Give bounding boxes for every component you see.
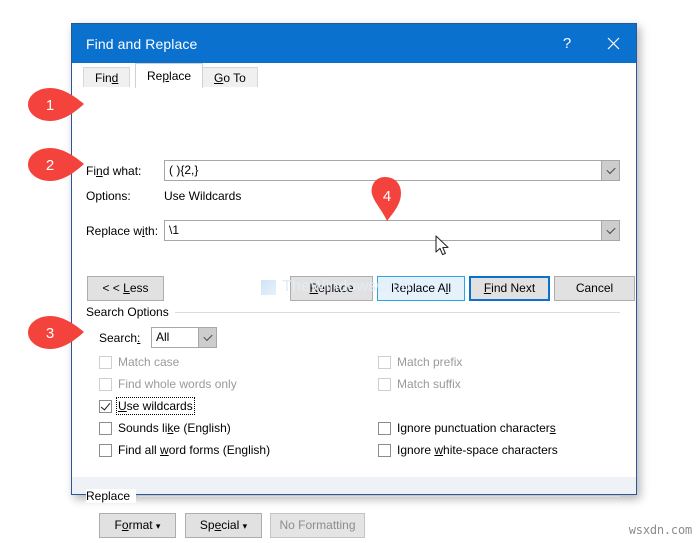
no-formatting-button: No Formatting	[270, 513, 365, 538]
find-whole-words-only-checkbox[interactable]: Find whole words only	[99, 377, 237, 391]
ignore-whitespace-label: Ignore white-space characters	[397, 443, 558, 457]
options-label: Options:	[86, 189, 131, 203]
search-scope-label: Search:	[99, 331, 141, 345]
match-suffix-label: Match suffix	[397, 377, 461, 391]
callout-marker-3: 3	[28, 316, 84, 350]
format-button[interactable]: Format ▾	[99, 513, 176, 538]
find-and-replace-dialog: Find and Replace ? Find Replace Go To Fi…	[71, 23, 637, 538]
match-case-label: Match case	[118, 355, 180, 369]
replace-with-label: Replace with:	[86, 224, 159, 238]
dialog-bottom-strip	[72, 476, 636, 494]
callout-marker-1: 1	[28, 88, 84, 122]
tab-goto[interactable]: Go To	[202, 67, 258, 88]
thewindowsclub-watermark: TheWindowsClub	[261, 278, 410, 296]
use-wildcards-checkbox[interactable]: Use wildcards	[99, 397, 195, 415]
use-wildcards-label: Use wildcards	[116, 397, 195, 415]
find-next-button[interactable]: Find Next	[469, 276, 550, 301]
replace-with-value[interactable]: \1	[165, 221, 601, 240]
dialog-tabstrip: Find Replace Go To	[72, 63, 636, 88]
find-what-label: Find what:	[86, 164, 142, 178]
checkbox-box	[378, 421, 391, 435]
sounds-like-checkbox[interactable]: Sounds like (English)	[99, 421, 231, 435]
tab-find[interactable]: Find	[83, 67, 131, 88]
search-scope-value[interactable]: All	[152, 328, 198, 347]
tab-goto-label: Go To	[214, 71, 246, 85]
replace-group-divider	[138, 496, 620, 497]
dialog-title: Find and Replace	[86, 35, 198, 52]
tab-replace[interactable]: Replace	[135, 63, 204, 88]
search-options-group-label: Search Options	[86, 305, 175, 319]
special-button[interactable]: Special ▾	[185, 513, 262, 538]
close-icon[interactable]	[592, 24, 634, 63]
less-button[interactable]: < < Less	[87, 276, 164, 301]
replace-with-field[interactable]: \1	[164, 220, 620, 241]
checkbox-box	[99, 355, 112, 369]
find-all-word-forms-checkbox[interactable]: Find all word forms (English)	[99, 443, 270, 457]
checkbox-box	[99, 443, 112, 457]
tab-find-label: Find	[95, 71, 119, 85]
callout-marker-2: 2	[28, 148, 84, 182]
mouse-cursor-icon	[435, 235, 451, 260]
chevron-down-icon[interactable]	[601, 221, 619, 240]
callout-number-2: 2	[45, 156, 55, 174]
checkbox-box	[378, 355, 391, 369]
callout-number-4: 4	[382, 187, 392, 205]
callout-number-1: 1	[45, 96, 55, 114]
watermark-text: TheWindowsClub	[282, 278, 411, 295]
match-case-checkbox[interactable]: Match case	[99, 355, 179, 369]
checkbox-box	[99, 399, 112, 413]
checkbox-box	[99, 377, 112, 391]
watermark-logo-icon	[261, 279, 276, 295]
callout-number-3: 3	[45, 324, 55, 342]
cancel-button[interactable]: Cancel	[554, 276, 635, 301]
options-value: Use Wildcards	[164, 189, 242, 203]
ignore-punctuation-label: Ignore punctuation characters	[397, 421, 556, 435]
chevron-down-icon[interactable]	[198, 328, 216, 347]
dialog-titlebar[interactable]: Find and Replace ?	[72, 24, 636, 63]
match-prefix-checkbox[interactable]: Match prefix	[378, 355, 462, 369]
ignore-punctuation-checkbox[interactable]: Ignore punctuation characters	[378, 421, 556, 435]
replace-group-label: Replace	[86, 489, 137, 503]
find-all-word-forms-label: Find all word forms (English)	[118, 443, 271, 457]
page-watermark: wsxdn.com	[628, 523, 692, 537]
help-icon[interactable]: ?	[546, 24, 588, 63]
search-options-divider	[168, 312, 620, 313]
checkbox-box	[378, 377, 391, 391]
search-scope-dropdown[interactable]: All	[151, 327, 217, 348]
chevron-down-icon[interactable]	[601, 161, 619, 180]
sounds-like-label: Sounds like (English)	[118, 421, 231, 435]
checkbox-box	[378, 443, 391, 457]
match-suffix-checkbox[interactable]: Match suffix	[378, 377, 461, 391]
match-prefix-label: Match prefix	[397, 355, 463, 369]
dialog-body: Find what: ( ){2,} Options: Use Wildcard…	[72, 88, 636, 538]
checkbox-box	[99, 421, 112, 435]
callout-marker-4: 4	[370, 176, 406, 221]
ignore-whitespace-checkbox[interactable]: Ignore white-space characters	[378, 443, 558, 457]
find-whole-words-only-label: Find whole words only	[118, 377, 237, 391]
tab-replace-label: Replace	[147, 69, 192, 83]
